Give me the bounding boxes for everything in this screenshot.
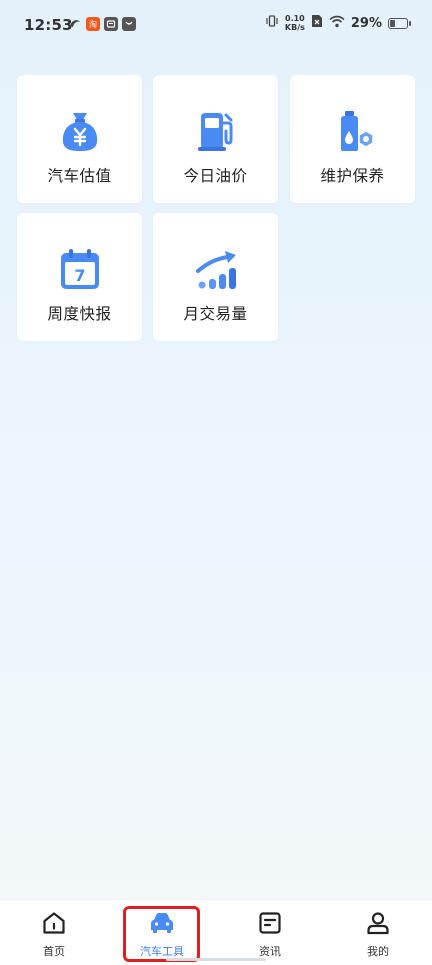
nav-label: 汽车工具	[140, 945, 184, 958]
battery-icon	[388, 17, 411, 29]
notification-icons: 淘	[68, 17, 136, 31]
tool-label: 月交易量	[183, 305, 248, 323]
nav-label: 资讯	[259, 945, 281, 958]
nav-label: 我的	[367, 945, 389, 958]
net-speed-unit: KB/s	[284, 23, 305, 32]
tool-card-weekly-report[interactable]: 7 周度快报	[17, 213, 142, 341]
oil-bottle-hex-nut-icon	[329, 107, 377, 155]
calendar-day: 7	[74, 266, 85, 285]
nav-item-news[interactable]: 资讯	[216, 900, 324, 965]
status-right: 0.10 KB/s 29%	[265, 14, 411, 32]
vibrate-icon	[265, 14, 279, 32]
calendar-icon: 7	[56, 245, 104, 293]
nav-label: 首页	[43, 945, 65, 958]
no-sim-icon	[311, 14, 323, 32]
status-bar: 12:53 淘 0.10 KB/s 29%	[0, 0, 432, 52]
battery-percent: 29%	[350, 15, 382, 31]
home-indicator[interactable]	[166, 958, 266, 961]
fuel-pump-icon	[192, 107, 240, 155]
status-time: 12:53	[24, 16, 73, 34]
news-icon	[257, 910, 283, 936]
tool-card-maintenance[interactable]: 维护保养	[290, 75, 415, 203]
bag-notification-icon	[122, 17, 136, 31]
trend-chart-icon	[192, 245, 240, 293]
nav-item-profile[interactable]: 我的	[324, 900, 432, 965]
tool-card-fuel-price[interactable]: 今日油价	[153, 75, 278, 203]
message-notification-icon	[104, 17, 118, 31]
tool-card-car-valuation[interactable]: 汽车估值	[17, 75, 142, 203]
profile-icon	[365, 910, 391, 936]
wifi-icon	[329, 15, 345, 32]
tool-label: 周度快报	[47, 305, 112, 323]
nav-item-home[interactable]: 首页	[0, 900, 108, 965]
taobao-notification-icon: 淘	[86, 17, 100, 31]
tool-label: 汽车估值	[47, 167, 112, 185]
tool-label: 今日油价	[183, 167, 248, 185]
money-bag-yuan-icon	[56, 107, 104, 155]
bottom-nav: 首页 汽车工具 资讯 我的	[0, 899, 432, 965]
home-icon	[41, 910, 67, 936]
nav-item-car-tools[interactable]: 汽车工具	[108, 900, 216, 965]
tool-card-monthly-volume[interactable]: 月交易量	[153, 213, 278, 341]
net-speed: 0.10 KB/s	[285, 14, 305, 32]
svg-text:淘: 淘	[89, 19, 97, 29]
app-notification-icon	[68, 17, 82, 31]
car-icon	[149, 910, 175, 936]
tool-label: 维护保养	[320, 167, 385, 185]
net-speed-value: 0.10	[285, 14, 305, 23]
